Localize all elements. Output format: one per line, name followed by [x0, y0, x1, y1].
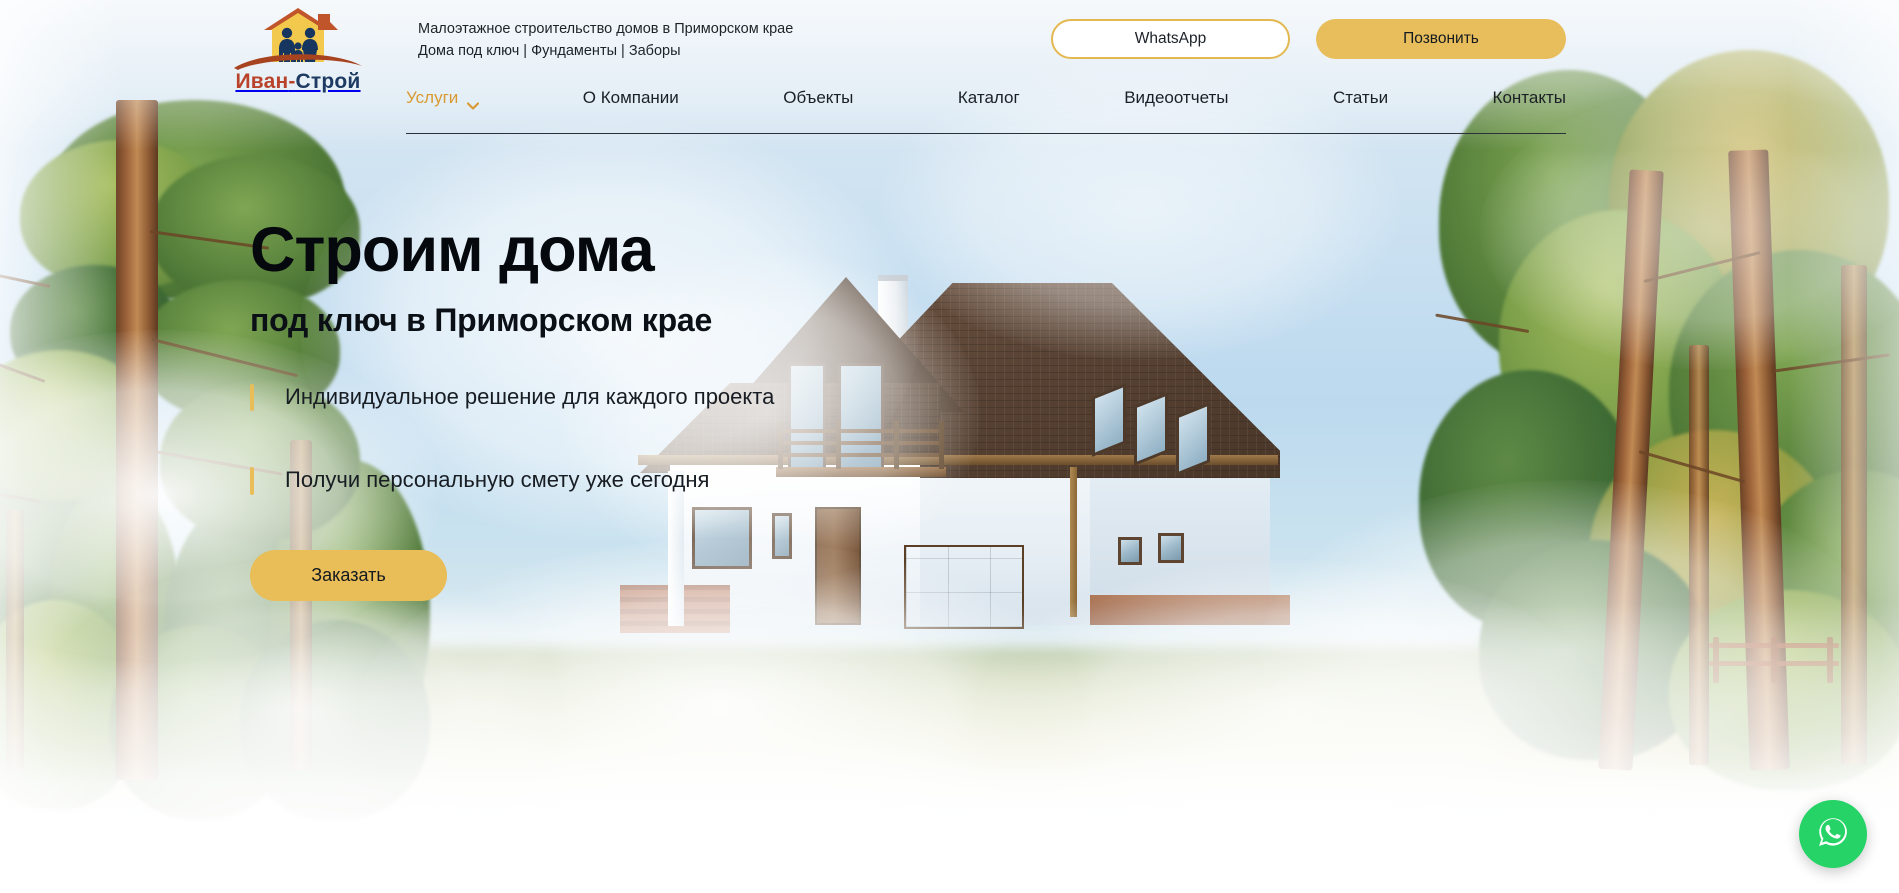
tagline-line-2: Дома под ключ | Фундаменты | Заборы: [418, 43, 681, 59]
hero-bullet-list: Индивидуальное решение для каждого проек…: [250, 381, 950, 495]
hero-title: Строим дома: [250, 215, 655, 285]
logo-word-ivan: Иван: [235, 70, 289, 93]
hero-subtitle: под ключ в Приморском крае: [250, 302, 713, 339]
tagline-line-1: Малоэтажное строительство домов в Примор…: [418, 21, 794, 37]
hero-bullet-item: Получи персональную смету уже сегодня: [250, 464, 810, 495]
wooden-fence: [1709, 637, 1839, 683]
nav-label-contacts: Контакты: [1492, 88, 1566, 107]
logo-wordmark: Иван-Строй: [232, 70, 364, 94]
nav-divider: [406, 133, 1566, 134]
whatsapp-float-button[interactable]: [1799, 800, 1867, 868]
hero-section: Строим дома под ключ в Приморском крае И…: [250, 218, 950, 601]
call-button[interactable]: Позвонить: [1316, 19, 1566, 59]
nav-item-catalog[interactable]: Каталог: [958, 88, 1020, 108]
nav-label-articles: Статьи: [1332, 88, 1389, 107]
nav-label-about: О Компании: [582, 88, 679, 107]
whatsapp-button[interactable]: WhatsApp: [1051, 19, 1290, 59]
landing-page: Иван-Строй Малоэтажное строительство дом…: [0, 0, 1899, 893]
header-tagline: Малоэтажное строительство домов в Примор…: [418, 18, 793, 62]
nav-item-video-reports[interactable]: Видеоотчеты: [1124, 88, 1228, 108]
order-button[interactable]: Заказать: [250, 549, 447, 601]
hero-bullet-text-2: Получи персональную смету уже сегодня: [285, 467, 710, 493]
nav-item-contacts[interactable]: Контакты: [1493, 88, 1566, 108]
hero-bullet-text-1: Индивидуальное решение для каждого проек…: [285, 384, 775, 410]
nav-item-objects[interactable]: Объекты: [783, 88, 853, 108]
chevron-down-icon: [467, 95, 480, 110]
whatsapp-icon: [1813, 812, 1853, 857]
nav-item-about[interactable]: О Компании: [583, 88, 679, 108]
nav-label-services: Услуги: [406, 88, 459, 107]
nav-label-objects: Объекты: [783, 88, 854, 107]
forest-right: [1419, 50, 1899, 810]
nav-label-catalog: Каталог: [957, 88, 1020, 107]
nav-item-articles[interactable]: Статьи: [1333, 88, 1388, 108]
site-header: Иван-Строй Малоэтажное строительство дом…: [0, 0, 1899, 150]
logo-word-stroy: Строй: [295, 70, 361, 93]
hero-bullet-item: Индивидуальное решение для каждого проек…: [250, 381, 810, 412]
logo-word-sep: -: [288, 70, 296, 93]
site-logo[interactable]: Иван-Строй: [232, 6, 364, 102]
nav-label-video-reports: Видеоотчеты: [1124, 88, 1229, 107]
nav-item-services[interactable]: Услуги: [406, 88, 480, 110]
main-navigation: Услуги О Компании Объекты Каталог Видеоо…: [406, 88, 1566, 110]
house-family-logo-icon: [232, 6, 364, 72]
